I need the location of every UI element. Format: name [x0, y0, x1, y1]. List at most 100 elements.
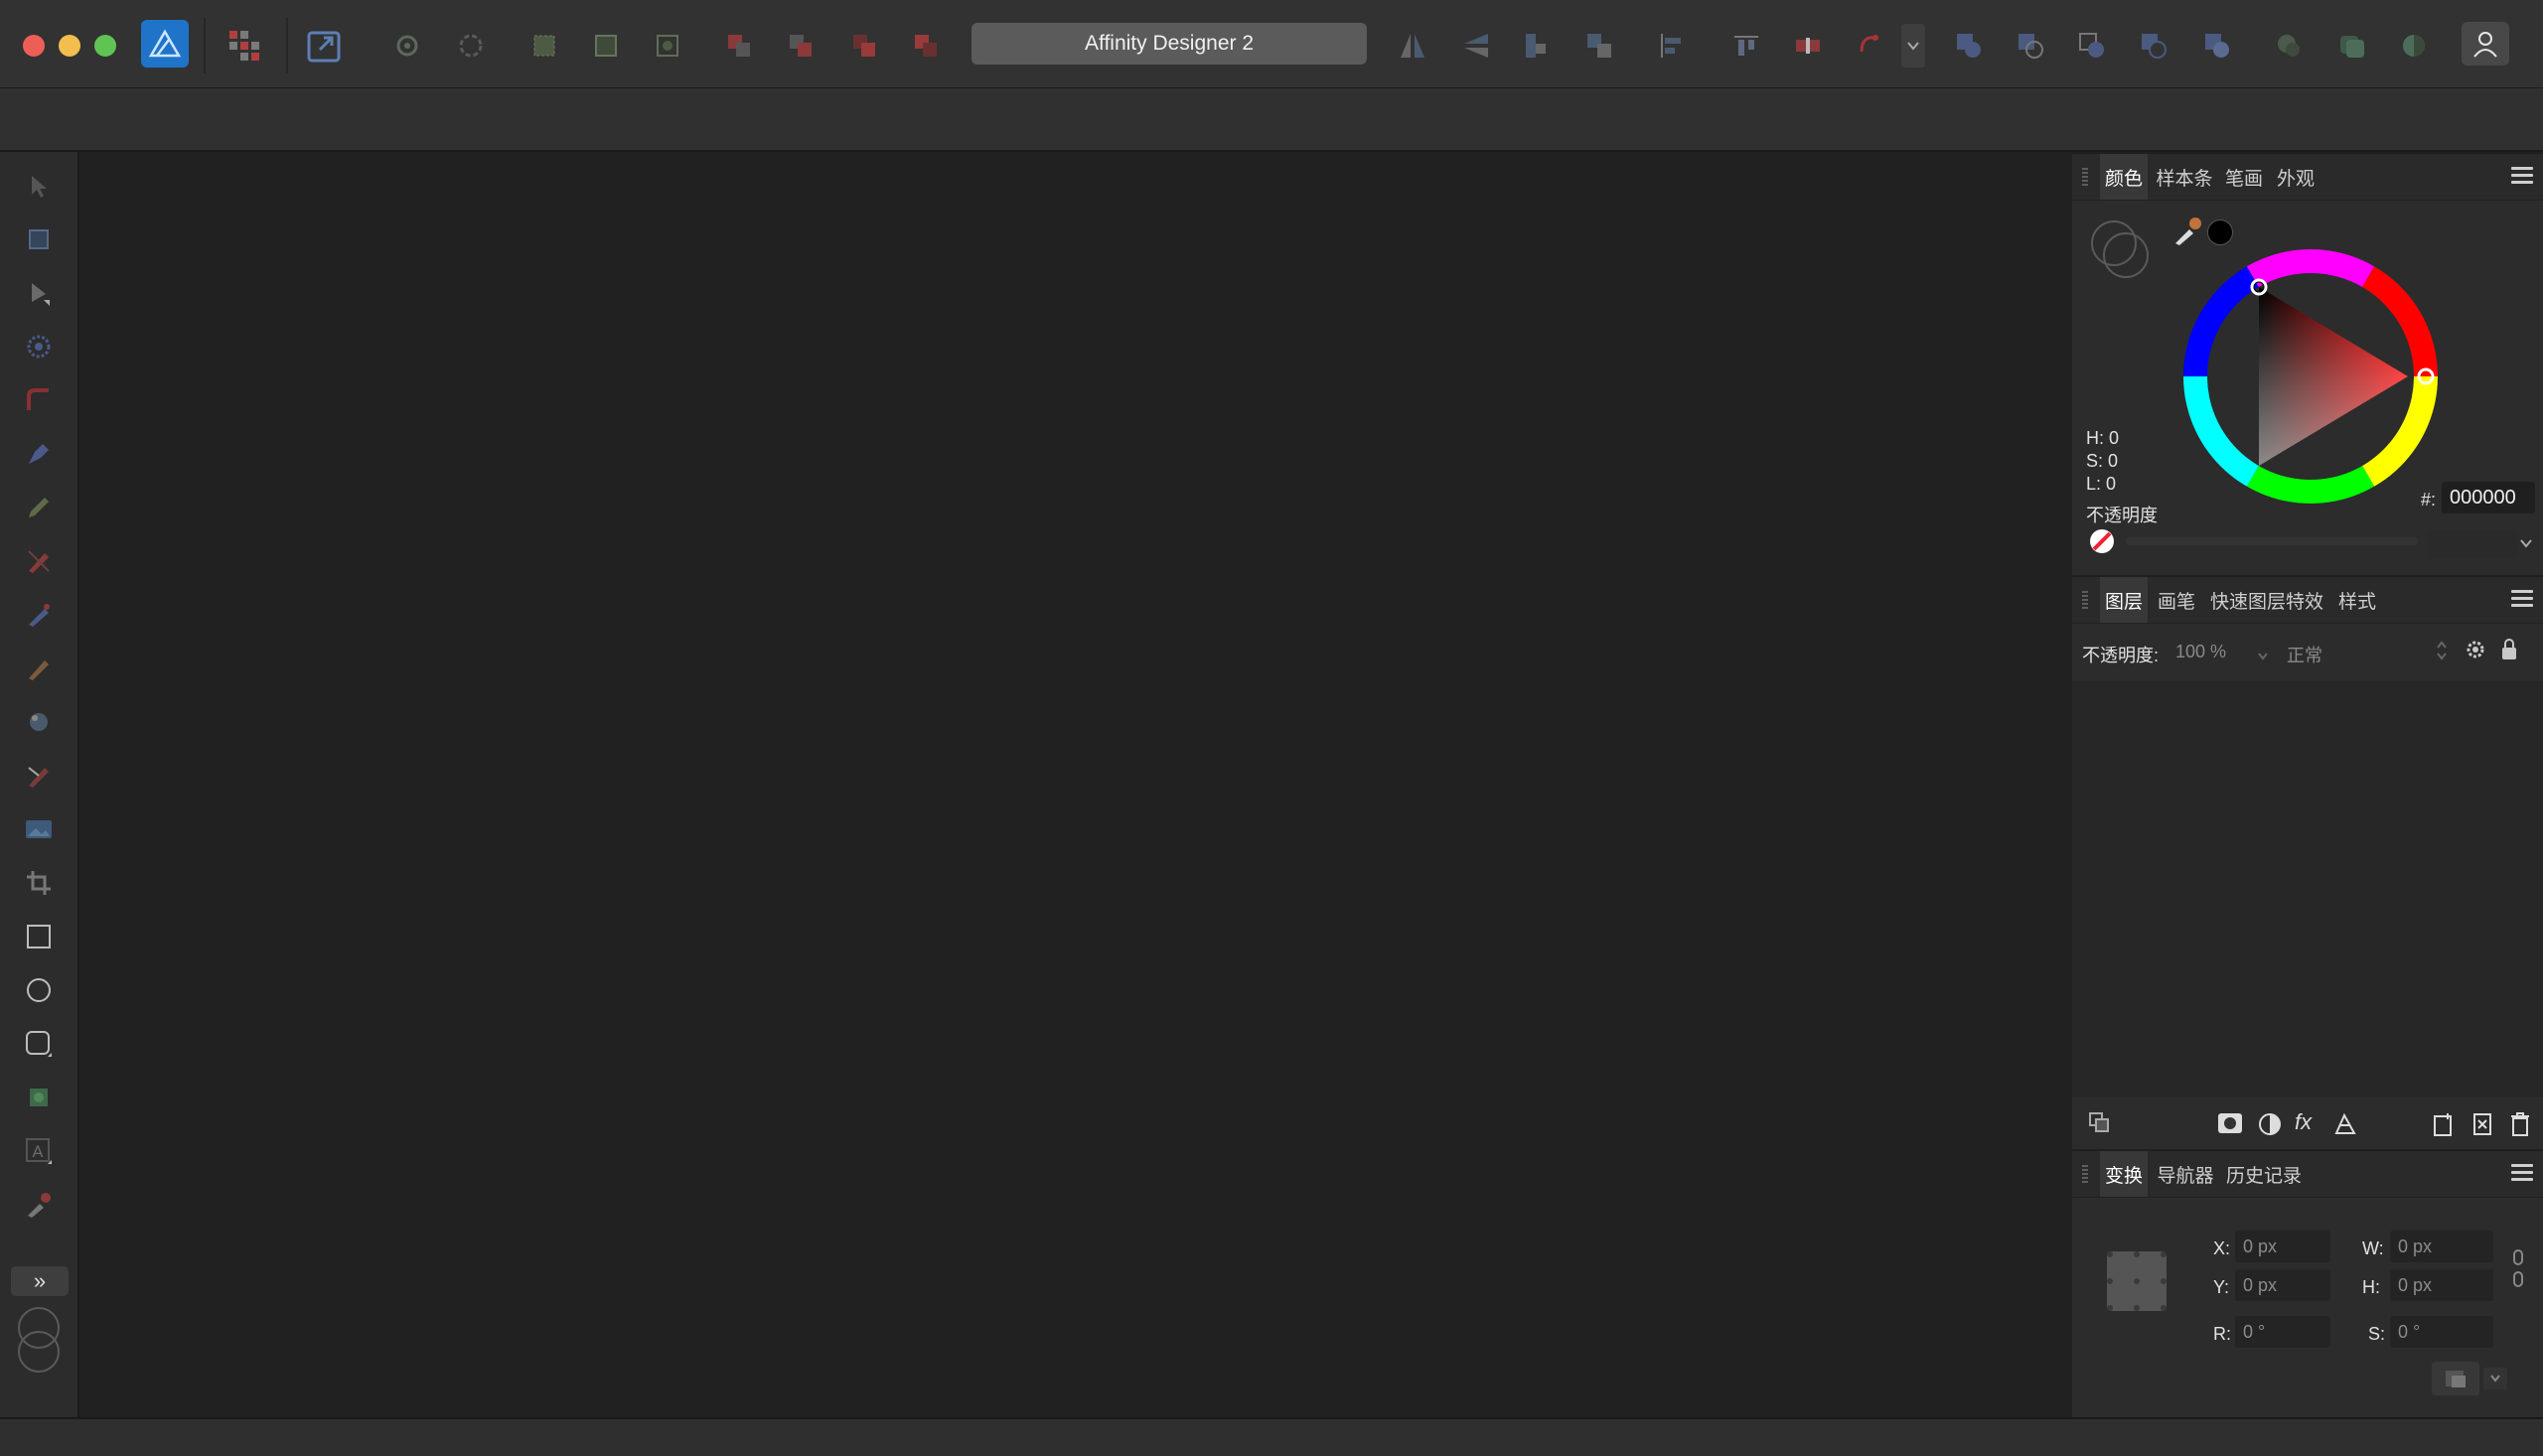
w-input[interactable]: 0 px: [2390, 1231, 2493, 1262]
export-persona-icon[interactable]: [304, 26, 344, 66]
move-tool[interactable]: [19, 166, 59, 206]
rotate-ccw-icon[interactable]: [1516, 26, 1556, 66]
layer-opacity-value[interactable]: 100 %: [2175, 642, 2226, 662]
distribute-icon[interactable]: [1726, 26, 1766, 66]
corner-tool[interactable]: [19, 380, 59, 420]
layers-list[interactable]: [2072, 682, 2543, 1097]
panel-grip[interactable]: [2082, 591, 2088, 609]
tab-layers[interactable]: 图层: [2100, 577, 2148, 623]
order-forward-icon[interactable]: [844, 26, 884, 66]
add-group-icon[interactable]: [2471, 1111, 2493, 1142]
tab-navigator[interactable]: 导航器: [2154, 1151, 2217, 1197]
insert-icon[interactable]: [1788, 26, 1828, 66]
tab-transform[interactable]: 变换: [2100, 1151, 2148, 1197]
paint-brush-tool[interactable]: [19, 702, 59, 742]
stepper-icon[interactable]: [2436, 640, 2448, 666]
anchor-point-selector[interactable]: [2102, 1246, 2171, 1316]
rectangle-tool[interactable]: [19, 917, 59, 956]
ellipse-tool[interactable]: [19, 970, 59, 1010]
x-input[interactable]: 0 px: [2235, 1231, 2330, 1262]
hex-input[interactable]: 000000: [2442, 482, 2535, 513]
rotation-input[interactable]: 0 °: [2235, 1316, 2330, 1348]
artboard-tool[interactable]: [19, 219, 59, 259]
account-icon[interactable]: [2462, 22, 2509, 66]
convert-icon[interactable]: [1850, 26, 1889, 66]
flip-vertical-icon[interactable]: [1456, 26, 1496, 66]
text-tool[interactable]: A: [19, 1131, 59, 1171]
tab-appearance[interactable]: 外观: [2273, 154, 2319, 200]
adjustment-icon[interactable]: [2257, 1111, 2283, 1142]
opacity-slider[interactable]: [2126, 537, 2418, 545]
chevron-down-icon[interactable]: [1901, 24, 1925, 68]
boolean-add-icon[interactable]: [1949, 26, 1989, 66]
crop-tool[interactable]: [19, 863, 59, 903]
tab-quick-fx[interactable]: 快速图层特效: [2205, 577, 2328, 623]
place-image-tool[interactable]: [19, 809, 59, 849]
fill-stroke-icon[interactable]: [2086, 216, 2156, 290]
opacity-field[interactable]: [2428, 529, 2517, 559]
y-input[interactable]: 0 px: [2235, 1269, 2330, 1301]
align-pixel-icon[interactable]: [648, 26, 687, 66]
shear-input[interactable]: 0 °: [2390, 1316, 2493, 1348]
snapping-options-icon[interactable]: [451, 26, 491, 66]
tab-brushes[interactable]: 画笔: [2154, 577, 2199, 623]
panel-menu-icon[interactable]: [2511, 167, 2533, 185]
align-icon[interactable]: [1653, 26, 1693, 66]
zoom-window-button[interactable]: [94, 35, 116, 57]
lock-icon[interactable]: [2499, 638, 2519, 666]
fill-stroke-wells[interactable]: [13, 1306, 69, 1376]
chevron-down-icon[interactable]: [2483, 1368, 2507, 1389]
order-front-icon[interactable]: [906, 26, 946, 66]
tab-color[interactable]: 颜色: [2100, 154, 2148, 200]
order-backward-icon[interactable]: [781, 26, 821, 66]
geometry-icon[interactable]: [2269, 26, 2309, 66]
arrange-icon[interactable]: [2088, 1111, 2112, 1140]
chevron-down-icon[interactable]: [2519, 535, 2533, 553]
panel-grip[interactable]: [2082, 168, 2088, 186]
pencil-tool[interactable]: [19, 488, 59, 527]
flip-horizontal-icon[interactable]: [1393, 26, 1432, 66]
mask-layer-icon[interactable]: [2217, 1111, 2243, 1140]
vector-brush-tool[interactable]: [19, 541, 59, 581]
align-geometry-icon[interactable]: [586, 26, 626, 66]
add-layer-icon[interactable]: [2432, 1111, 2456, 1142]
no-color-icon[interactable]: [2090, 529, 2114, 553]
pen-tool[interactable]: [19, 434, 59, 474]
boolean-intersect-icon[interactable]: [2072, 26, 2112, 66]
canvas[interactable]: [79, 152, 2072, 1417]
expand-tools-button[interactable]: »: [11, 1266, 69, 1296]
boolean-divide-icon[interactable]: [2197, 26, 2237, 66]
rotate-cw-icon[interactable]: [1579, 26, 1619, 66]
panel-menu-icon[interactable]: [2511, 590, 2533, 608]
boolean-xor-icon[interactable]: [2134, 26, 2173, 66]
color-wheel[interactable]: [2179, 245, 2442, 508]
transform-options-button[interactable]: [2432, 1362, 2479, 1395]
tab-styles[interactable]: 样式: [2334, 577, 2380, 623]
vector-crop-tool[interactable]: [19, 756, 59, 796]
blend-mode-select[interactable]: 正常: [2287, 642, 2322, 667]
minimize-window-button[interactable]: [59, 35, 80, 57]
color-icon[interactable]: [2394, 26, 2434, 66]
quick-fx-icon[interactable]: [2332, 26, 2372, 66]
tab-stroke[interactable]: 笔画: [2221, 154, 2267, 200]
panel-menu-icon[interactable]: [2511, 1164, 2533, 1182]
snapping-icon[interactable]: [387, 26, 427, 66]
rounded-rect-tool[interactable]: [19, 1024, 59, 1064]
grid-apps-icon[interactable]: [224, 26, 264, 66]
current-color-swatch[interactable]: [2207, 219, 2233, 245]
gear-icon[interactable]: [2464, 638, 2487, 666]
shape-tool[interactable]: [19, 1078, 59, 1117]
close-window-button[interactable]: [23, 35, 45, 57]
eyedropper-tool[interactable]: [19, 1185, 59, 1225]
lock-aspect-icon[interactable]: [2511, 1248, 2525, 1293]
designer-persona-icon[interactable]: [141, 20, 189, 68]
trash-icon[interactable]: [2509, 1111, 2531, 1142]
tab-history[interactable]: 历史记录: [2223, 1151, 2305, 1197]
node-tool[interactable]: [19, 273, 59, 313]
order-back-icon[interactable]: [719, 26, 759, 66]
panel-grip[interactable]: [2082, 1165, 2088, 1183]
align-bbox-icon[interactable]: [524, 26, 564, 66]
point-transform-tool[interactable]: [19, 327, 59, 366]
transparency-tool[interactable]: [19, 649, 59, 688]
chevron-down-icon[interactable]: [2257, 648, 2269, 665]
